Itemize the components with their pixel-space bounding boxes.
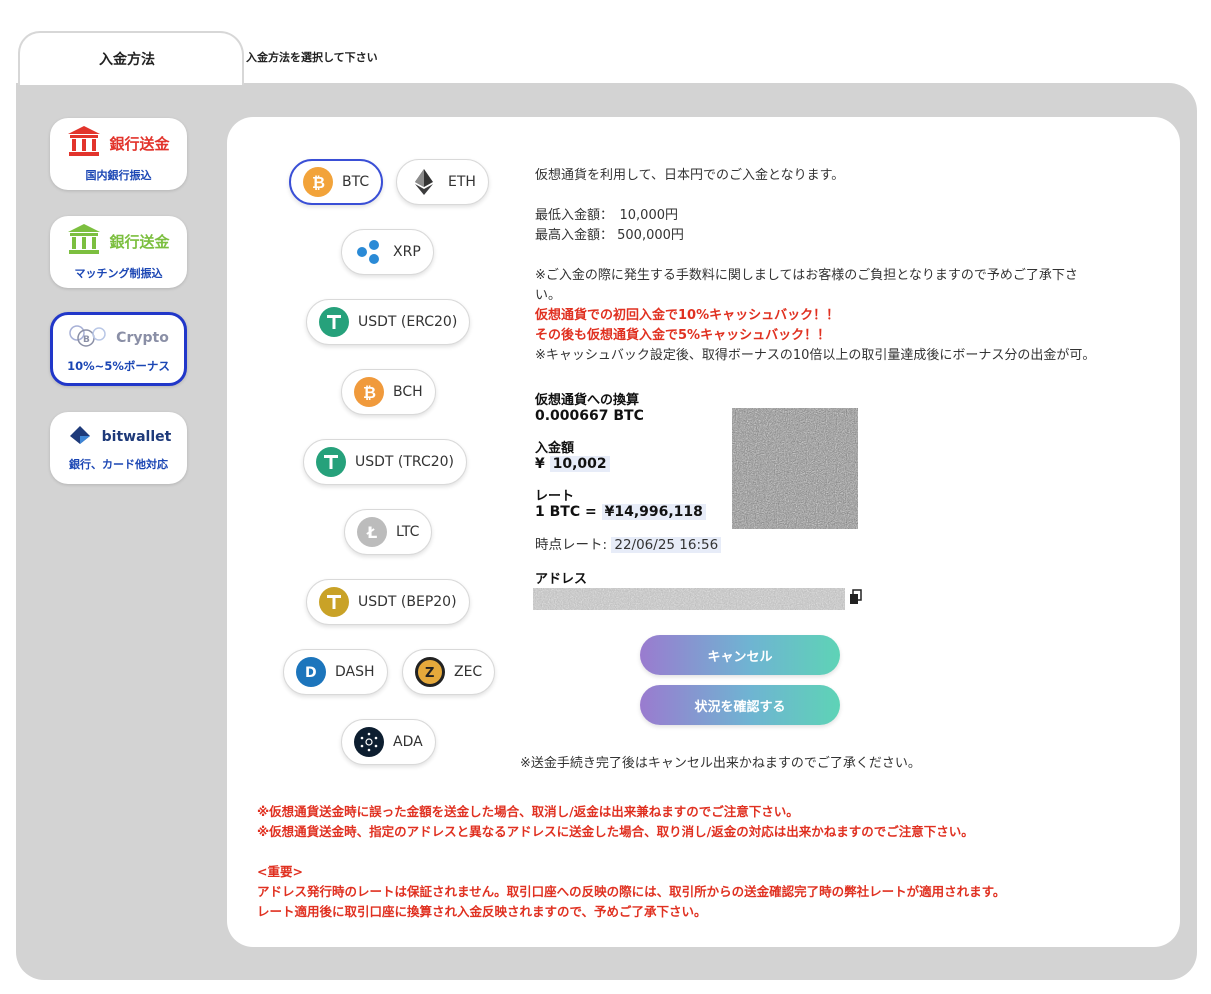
method-sub: 銀行、カード他対応 (69, 458, 168, 471)
xrp-icon (354, 237, 384, 267)
bank-icon (67, 223, 101, 259)
rate-time-label: 時点レート: (535, 537, 608, 553)
coin-label: USDT (ERC20) (358, 314, 458, 330)
cashback-subsequent: その後も仮想通貨入金で5%キャッシュバック！！ (535, 328, 831, 343)
coin-button-ada[interactable]: ADA (341, 719, 436, 765)
method-sub: 国内銀行振込 (85, 169, 152, 182)
coin-label: ZEC (454, 664, 483, 680)
coin-button-usdt-erc20[interactable]: USDT (ERC20) (306, 299, 471, 345)
method-crypto[interactable]: B Crypto 10%~5%ボーナス (50, 312, 187, 386)
deposit-amount-label: 入金額 (535, 441, 575, 456)
tether-tron-icon (316, 447, 346, 477)
rate-time-value: 22/06/25 16:56 (611, 537, 722, 553)
cancel-note: ※送金手続き完了後はキャンセル出来かねますのでご了承ください。 (520, 756, 921, 771)
conversion-value: 0.000667 BTC (535, 408, 644, 424)
check-status-button[interactable]: 状況を確認する (640, 685, 840, 725)
coin-label: BTC (342, 174, 370, 190)
qr-code (732, 408, 858, 529)
coin-button-ltc[interactable]: Ł LTC (344, 509, 433, 555)
method-sub: 10%~5%ボーナス (67, 359, 170, 373)
rate-row: 1 BTC = ¥14,996,118 (535, 504, 706, 520)
svg-text:D: D (305, 665, 317, 681)
bank-icon (67, 125, 101, 161)
method-name: Crypto (116, 330, 169, 346)
cardano-icon (354, 727, 384, 757)
deposit-address[interactable] (533, 588, 845, 610)
coin-label: XRP (393, 244, 421, 260)
tab-deposit-method[interactable]: 入金方法 (18, 31, 244, 85)
dash-icon: D (296, 657, 326, 687)
svg-text:₿: ₿ (312, 173, 325, 191)
tab-deposit-method-label: 入金方法 (99, 52, 155, 68)
method-bank-transfer[interactable]: 銀行送金 国内銀行振込 (50, 118, 187, 190)
coin-label: DASH (335, 664, 375, 680)
important-line1: アドレス発行時のレートは保証されません。取引口座への反映の際には、取引所からの送… (257, 884, 1006, 899)
coin-button-btc[interactable]: ₿ BTC (289, 159, 384, 205)
method-sub: マッチング制振込 (74, 267, 163, 280)
rate-label: レート (535, 489, 575, 504)
coin-button-zec[interactable]: Z ZEC (402, 649, 496, 695)
method-name: bitwallet (101, 429, 172, 445)
coin-button-usdt-bep20[interactable]: USDT (BEP20) (306, 579, 470, 625)
coin-button-xrp[interactable]: XRP (341, 229, 434, 275)
coin-label: ADA (393, 734, 423, 750)
important-line2: レート適用後に取引口座に換算され入金反映されますので、予めご了承下さい。 (257, 904, 707, 919)
bitwallet-icon (66, 424, 94, 450)
fee-note-line1: ※ご入金の際に発生する手数料に関しましてはお客様のご負担となりますので予めご了承… (535, 268, 1078, 283)
deposit-amount-value: 10,002 (549, 456, 610, 472)
zcash-icon: Z (415, 657, 445, 687)
warning-wrong-amount: ※仮想通貨送金時に誤った金額を送金した場合、取消し/返金は出来兼ねますのでご注意… (257, 804, 799, 819)
max-deposit-text: 最高入金額： 500,000円 (535, 228, 684, 243)
tether-icon (319, 307, 349, 337)
important-title: <重要> (257, 864, 303, 879)
bitcoin-icon: ₿ (303, 167, 333, 197)
rate-prefix: 1 BTC = (535, 504, 597, 520)
coin-label: ETH (448, 174, 476, 190)
method-name: 銀行送金 (109, 134, 170, 153)
warning-wrong-address: ※仮想通貨送金時、指定のアドレスと異なるアドレスに送金した場合、取り消し/返金の… (257, 824, 974, 839)
method-bank-matching[interactable]: 銀行送金 マッチング制振込 (50, 216, 187, 288)
ethereum-icon (409, 167, 439, 197)
conversion-label: 仮想通貨への換算 (535, 393, 640, 408)
litecoin-icon: Ł (357, 517, 387, 547)
deposit-amount-row: ¥ 10,002 (535, 456, 610, 472)
coin-label: USDT (BEP20) (358, 594, 457, 610)
fee-note-line2: い。 (535, 288, 562, 303)
deposit-currency: ¥ (535, 456, 545, 472)
svg-text:Z: Z (425, 666, 434, 680)
svg-text:B: B (83, 335, 90, 345)
coin-button-usdt-trc20[interactable]: USDT (TRC20) (303, 439, 468, 485)
copy-icon[interactable] (849, 589, 863, 609)
rate-time-row: 時点レート: 22/06/25 16:56 (535, 533, 722, 553)
coin-button-bch[interactable]: ₿ BCH (341, 369, 436, 415)
cancel-button[interactable]: キャンセル (640, 635, 840, 675)
rate-value: ¥14,996,118 (601, 504, 706, 520)
coin-label: BCH (393, 384, 423, 400)
method-name: 銀行送金 (109, 232, 170, 251)
coin-button-dash[interactable]: D DASH (283, 649, 388, 695)
cashback-note: ※キャッシュバック設定後、取得ボーナスの10倍以上の取引量達成後にボーナス分の出… (535, 348, 1096, 363)
bitcoin-cash-icon: ₿ (354, 377, 384, 407)
svg-text:₿: ₿ (363, 383, 376, 401)
coin-label: USDT (TRC20) (355, 454, 455, 470)
tether-bep20-icon (319, 587, 349, 617)
min-deposit-text: 最低入金額： 10,000円 (535, 208, 678, 223)
address-label: アドレス (535, 572, 588, 587)
coin-button-eth[interactable]: ETH (396, 159, 489, 205)
coin-label: LTC (396, 524, 420, 540)
cashback-first: 仮想通貨での初回入金で10%キャッシュバック！！ (535, 308, 840, 323)
crypto-coins-icon: B (68, 324, 108, 352)
method-bitwallet[interactable]: bitwallet 銀行、カード他対応 (50, 412, 187, 484)
tab-hint-text: 入金方法を選択して下さい (246, 51, 378, 64)
intro-text: 仮想通貨を利用して、日本円でのご入金となります。 (535, 168, 845, 183)
svg-text:Ł: Ł (366, 523, 377, 541)
